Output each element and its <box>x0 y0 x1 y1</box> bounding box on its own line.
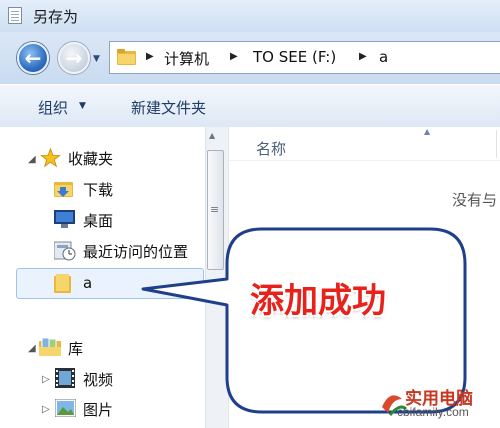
video-icon <box>55 368 75 388</box>
forward-arrow-icon: → <box>65 46 83 70</box>
forward-button[interactable]: → <box>58 42 90 74</box>
tree-item-recent-places[interactable]: 最近访问的位置 <box>83 241 188 262</box>
tree-item-library[interactable]: 库 <box>68 338 83 359</box>
callout-text: 添加成功 <box>250 281 386 321</box>
breadcrumb-separator-icon[interactable]: ▶ <box>146 51 154 62</box>
desktop-icon <box>54 210 75 228</box>
scroll-up-icon[interactable]: ▲ <box>209 131 215 140</box>
tree-item-videos[interactable]: 视频 <box>83 369 113 390</box>
watermark-url: cbifamily.com <box>397 405 469 419</box>
command-toolbar <box>0 84 500 128</box>
empty-folder-message: 没有与 <box>452 191 498 209</box>
column-divider[interactable] <box>496 130 497 158</box>
folder-icon <box>54 274 71 293</box>
expand-triangle-icon[interactable]: ▷ <box>42 374 50 385</box>
tree-item-selected-highlight[interactable] <box>16 268 204 299</box>
recent-places-icon <box>54 241 76 261</box>
back-arrow-icon: ← <box>24 46 42 70</box>
tree-item-downloads[interactable]: 下载 <box>83 179 113 200</box>
document-icon <box>8 7 22 24</box>
breadcrumb-drive[interactable]: TO SEE (F:) <box>253 48 336 66</box>
expand-triangle-icon[interactable]: ▷ <box>42 404 50 415</box>
back-button[interactable]: ← <box>17 42 49 74</box>
picture-icon <box>55 399 76 417</box>
folder-icon <box>117 49 136 65</box>
breadcrumb-folder-a[interactable]: a <box>379 48 388 66</box>
new-folder-button[interactable]: 新建文件夹 <box>131 97 206 118</box>
column-header-name[interactable]: 名称 <box>256 138 286 159</box>
breadcrumb-computer[interactable]: 计算机 <box>164 48 209 69</box>
window-title: 另存为 <box>33 8 79 26</box>
recent-pages-dropdown[interactable]: ▼ <box>93 54 100 64</box>
tree-item-folder-a[interactable]: a <box>83 274 92 292</box>
collapse-triangle-icon[interactable]: ◢ <box>28 154 36 165</box>
organize-button[interactable]: 组织 <box>38 97 68 118</box>
breadcrumb-separator-icon[interactable]: ▶ <box>359 51 367 62</box>
download-folder-icon <box>54 182 73 197</box>
library-icon <box>39 337 61 356</box>
star-icon <box>40 148 61 168</box>
tree-item-desktop[interactable]: 桌面 <box>83 210 113 231</box>
collapse-triangle-icon[interactable]: ◢ <box>28 343 36 354</box>
breadcrumb-separator-icon[interactable]: ▶ <box>230 51 238 62</box>
chevron-down-icon[interactable]: ▼ <box>79 101 86 111</box>
sort-ascending-icon: ▲ <box>424 127 431 136</box>
tree-item-favorites[interactable]: 收藏夹 <box>68 148 113 169</box>
tree-item-pictures[interactable]: 图片 <box>83 399 113 420</box>
grip-icon: ≡ <box>210 203 220 216</box>
